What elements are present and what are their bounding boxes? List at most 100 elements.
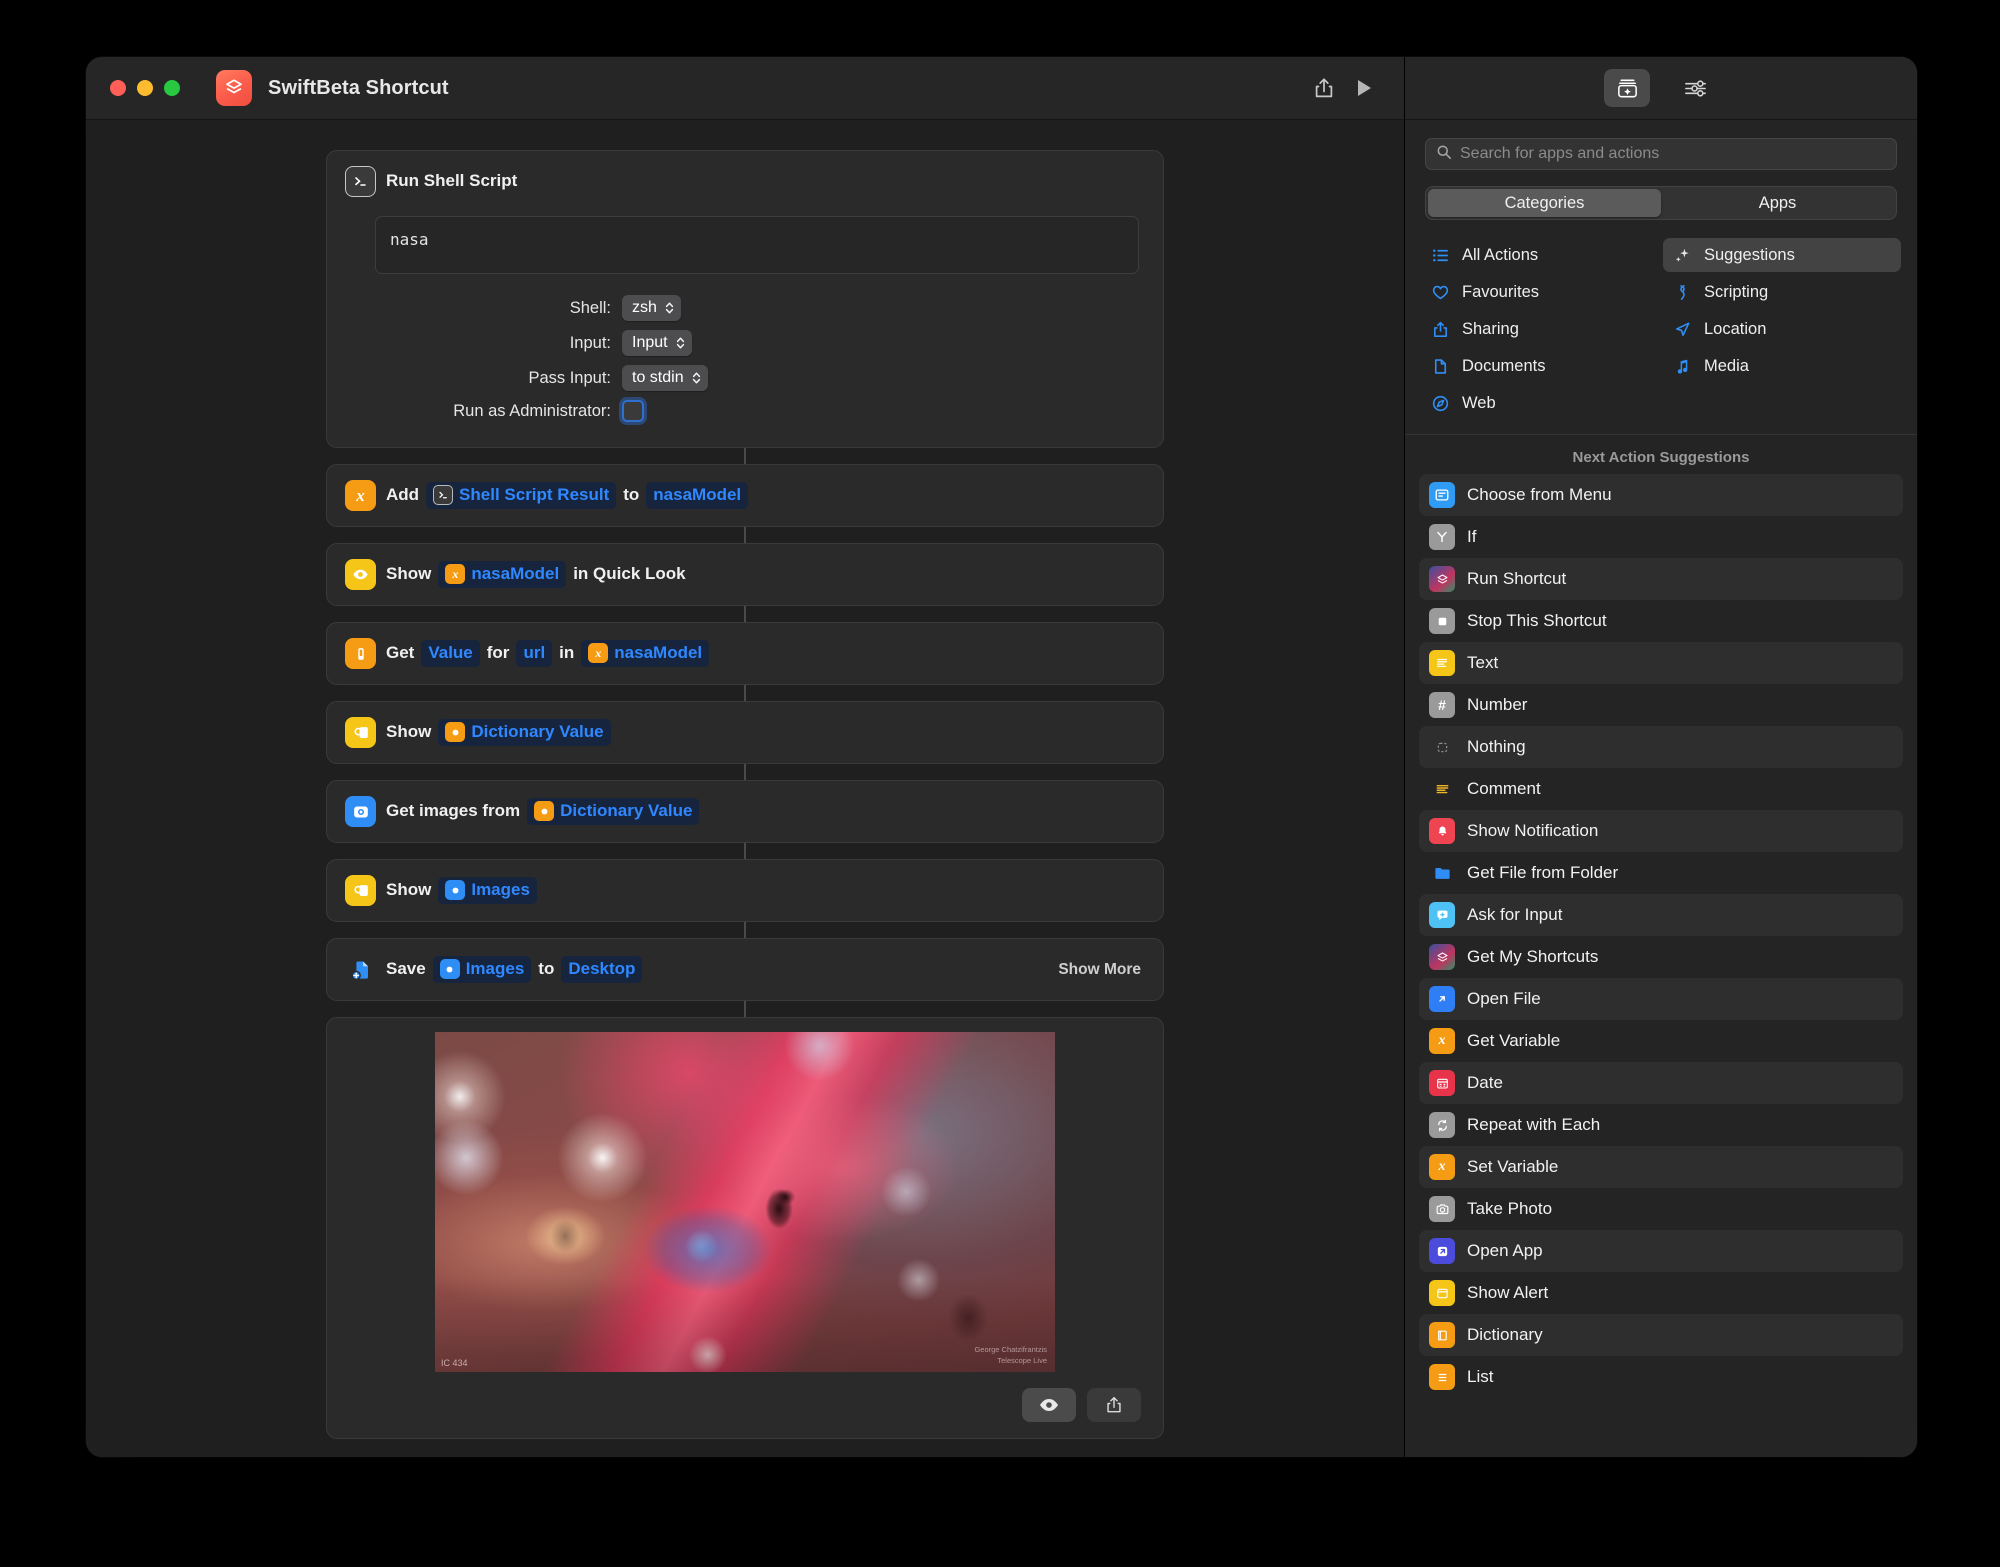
suggestion-set-variable[interactable]: x Set Variable	[1419, 1146, 1903, 1188]
search-input[interactable]	[1460, 145, 1886, 163]
preview-share-button[interactable]	[1087, 1388, 1141, 1422]
action-library-pane: Categories Apps All Actions	[1405, 57, 1917, 1457]
token-nasamodel[interactable]: nasaModel	[646, 482, 749, 509]
token-images[interactable]: Images	[432, 956, 532, 983]
suggestion-number[interactable]: # Number	[1419, 684, 1903, 726]
variable-icon: x	[345, 480, 376, 511]
category-all-actions[interactable]: All Actions	[1421, 238, 1659, 272]
suggestion-nothing[interactable]: Nothing	[1419, 726, 1903, 768]
suggestion-get-file-from-folder[interactable]: Get File from Folder	[1419, 852, 1903, 894]
suggestion-list[interactable]: List	[1419, 1356, 1903, 1398]
token-dictionary-value[interactable]: Dictionary Value	[438, 719, 611, 746]
suggestion-take-photo[interactable]: Take Photo	[1419, 1188, 1903, 1230]
token-nasamodel[interactable]: x nasaModel	[581, 640, 710, 667]
branch-icon	[1429, 524, 1455, 550]
category-web[interactable]: Web	[1421, 386, 1659, 420]
suggestion-if[interactable]: If	[1419, 516, 1903, 558]
category-label: Suggestions	[1704, 245, 1795, 264]
variable-icon: x	[445, 564, 466, 585]
shortcut-details-button[interactable]	[1672, 69, 1718, 107]
flow-connector	[744, 685, 746, 701]
search-box[interactable]	[1425, 138, 1897, 170]
param-input-label: Input:	[569, 333, 611, 352]
shortcuts-icon	[1429, 944, 1455, 970]
category-sharing[interactable]: Sharing	[1421, 312, 1659, 346]
token-label: Desktop	[568, 959, 636, 979]
token-shell-script-result[interactable]: Shell Script Result	[426, 482, 617, 509]
suggestion-open-app[interactable]: Open App	[1419, 1230, 1903, 1272]
action-save-file[interactable]: Save Images to Desktop Show More	[326, 938, 1164, 1001]
category-favourites[interactable]: Favourites	[1421, 275, 1659, 309]
calendar-icon	[1429, 1070, 1455, 1096]
suggestions-list[interactable]: Choose from Menu If Run Shortcut Stop Th…	[1405, 474, 1917, 1457]
run-button[interactable]	[1344, 70, 1384, 106]
pass-input-popup[interactable]: to stdin	[622, 365, 708, 391]
action-show-dictionary-value[interactable]: Show Dictionary Value	[326, 701, 1164, 764]
preview-toolbar	[327, 1378, 1163, 1438]
preview-quicklook-button[interactable]	[1022, 1388, 1076, 1422]
nebula-image[interactable]: IC 434 George Chatzifrantzis Telescope L…	[435, 1032, 1055, 1372]
close-button[interactable]	[110, 80, 126, 96]
action-preposition: to	[538, 959, 555, 979]
category-suggestions[interactable]: Suggestions	[1663, 238, 1901, 272]
comment-icon	[1429, 776, 1455, 802]
suggestion-dictionary[interactable]: Dictionary	[1419, 1314, 1903, 1356]
input-popup[interactable]: Input	[622, 330, 692, 356]
token-desktop[interactable]: Desktop	[561, 956, 643, 983]
suggestion-get-variable[interactable]: x Get Variable	[1419, 1020, 1903, 1062]
suggestion-stop-this-shortcut[interactable]: Stop This Shortcut	[1419, 600, 1903, 642]
token-nasamodel[interactable]: x nasaModel	[438, 561, 567, 588]
suggestion-show-notification[interactable]: Show Notification	[1419, 810, 1903, 852]
suggestion-run-shortcut[interactable]: Run Shortcut	[1419, 558, 1903, 600]
category-location[interactable]: Location	[1663, 312, 1901, 346]
action-quick-look-variable[interactable]: Show x nasaModel in Quick Look	[326, 543, 1164, 606]
shell-script-input[interactable]: nasa	[375, 216, 1139, 274]
token-label: nasaModel	[471, 564, 560, 584]
category-documents[interactable]: Documents	[1421, 349, 1659, 383]
category-label: Location	[1704, 319, 1767, 338]
suggestion-label: Show Notification	[1467, 821, 1599, 840]
suggestion-choose-from-menu[interactable]: Choose from Menu	[1419, 474, 1903, 516]
category-media[interactable]: Media	[1663, 349, 1901, 383]
share-button[interactable]	[1304, 70, 1344, 106]
action-preposition: to	[623, 485, 640, 505]
suggestion-text[interactable]: Text	[1419, 642, 1903, 684]
token-url-key[interactable]: url	[516, 640, 553, 667]
token-images[interactable]: Images	[438, 877, 537, 904]
action-verb: Save	[386, 959, 426, 979]
token-dictionary-value[interactable]: Dictionary Value	[527, 798, 700, 825]
suggestion-open-file[interactable]: Open File	[1419, 978, 1903, 1020]
flow-connector	[744, 1001, 746, 1017]
show-more-button[interactable]: Show More	[1058, 961, 1145, 979]
tab-apps[interactable]: Apps	[1661, 189, 1894, 217]
suggestion-ask-for-input[interactable]: Ask for Input	[1419, 894, 1903, 936]
action-run-shell-script[interactable]: Run Shell Script nasa Shell: zsh Input: …	[326, 150, 1164, 448]
location-arrow-icon	[1671, 318, 1693, 340]
image-caption: IC 434	[441, 1358, 468, 1368]
shell-popup[interactable]: zsh	[622, 295, 681, 321]
suggestion-repeat-with-each[interactable]: Repeat with Each	[1419, 1104, 1903, 1146]
quicklook-icon	[345, 875, 376, 906]
action-add-to-variable[interactable]: x Add Shell Script Result to nasaModel	[326, 464, 1164, 527]
action-get-images[interactable]: Get images from Dictionary Value	[326, 780, 1164, 843]
action-library-button[interactable]	[1604, 69, 1650, 107]
tab-categories[interactable]: Categories	[1428, 189, 1661, 217]
action-show-images[interactable]: Show Images	[326, 859, 1164, 922]
suggestion-label: Repeat with Each	[1467, 1115, 1601, 1134]
zoom-button[interactable]	[164, 80, 180, 96]
suggestion-comment[interactable]: Comment	[1419, 768, 1903, 810]
suggestion-show-alert[interactable]: Show Alert	[1419, 1272, 1903, 1314]
shortcut-canvas[interactable]: Run Shell Script nasa Shell: zsh Input: …	[86, 120, 1404, 1457]
minimize-button[interactable]	[137, 80, 153, 96]
dict-dot-icon	[534, 801, 555, 822]
heart-icon	[1429, 281, 1451, 303]
suggestion-get-my-shortcuts[interactable]: Get My Shortcuts	[1419, 936, 1903, 978]
variable-icon: x	[1429, 1028, 1455, 1054]
suggestion-date[interactable]: Date	[1419, 1062, 1903, 1104]
category-scripting[interactable]: Scripting	[1663, 275, 1901, 309]
alert-icon	[1429, 1280, 1455, 1306]
run-as-administrator-checkbox[interactable]	[622, 400, 644, 422]
token-value[interactable]: Value	[421, 640, 480, 667]
list-icon	[1429, 244, 1451, 266]
action-get-dictionary-value[interactable]: Get Value for url in x nasaModel	[326, 622, 1164, 685]
